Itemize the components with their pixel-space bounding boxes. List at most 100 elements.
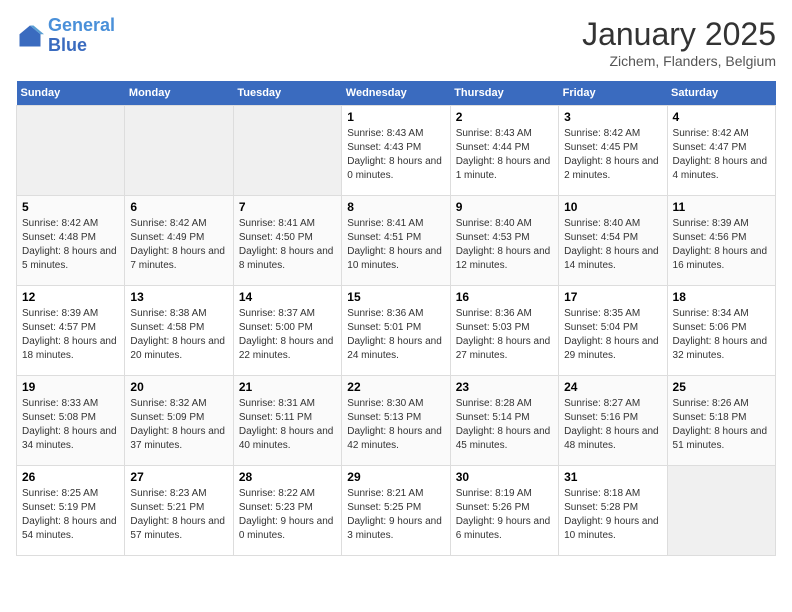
day-number: 13 bbox=[130, 290, 227, 304]
calendar-header-row: SundayMondayTuesdayWednesdayThursdayFrid… bbox=[17, 81, 776, 106]
calendar-cell: 19Sunrise: 8:33 AM Sunset: 5:08 PM Dayli… bbox=[17, 376, 125, 466]
day-info: Sunrise: 8:28 AM Sunset: 5:14 PM Dayligh… bbox=[456, 397, 553, 453]
day-info: Sunrise: 8:43 AM Sunset: 4:43 PM Dayligh… bbox=[347, 127, 444, 183]
logo-text: General Blue bbox=[48, 16, 115, 56]
calendar-week-row: 5Sunrise: 8:42 AM Sunset: 4:48 PM Daylig… bbox=[17, 196, 776, 286]
day-info: Sunrise: 8:23 AM Sunset: 5:21 PM Dayligh… bbox=[130, 487, 227, 543]
day-info: Sunrise: 8:25 AM Sunset: 5:19 PM Dayligh… bbox=[22, 487, 119, 543]
day-number: 17 bbox=[564, 290, 661, 304]
calendar-cell: 3 Sunrise: 8:42 AM Sunset: 4:45 PM Daylig… bbox=[559, 106, 667, 196]
day-number: 9 bbox=[456, 200, 553, 214]
location-subtitle: Zichem, Flanders, Belgium bbox=[582, 53, 776, 69]
weekday-header-tuesday: Tuesday bbox=[233, 81, 341, 106]
calendar-week-row: 1Sunrise: 8:43 AM Sunset: 4:43 PM Daylig… bbox=[17, 106, 776, 196]
calendar-cell: 26Sunrise: 8:25 AM Sunset: 5:19 PM Dayli… bbox=[17, 466, 125, 556]
calendar-cell: 12Sunrise: 8:39 AM Sunset: 4:57 PM Dayli… bbox=[17, 286, 125, 376]
day-info: Sunrise: 8:36 AM Sunset: 5:03 PM Dayligh… bbox=[456, 307, 553, 363]
calendar-cell: 5Sunrise: 8:42 AM Sunset: 4:48 PM Daylig… bbox=[17, 196, 125, 286]
calendar-table: SundayMondayTuesdayWednesdayThursdayFrid… bbox=[16, 81, 776, 556]
calendar-cell bbox=[17, 106, 125, 196]
day-number: 14 bbox=[239, 290, 336, 304]
calendar-cell: 8 Sunrise: 8:41 AM Sunset: 4:51 PM Daylig… bbox=[342, 196, 450, 286]
weekday-header-thursday: Thursday bbox=[450, 81, 558, 106]
calendar-cell: 21 Sunrise: 8:31 AM Sunset: 5:11 PM Dayli… bbox=[233, 376, 341, 466]
day-info: Sunrise: 8:27 AM Sunset: 5:16 PM Dayligh… bbox=[564, 397, 661, 453]
logo: General Blue bbox=[16, 16, 115, 56]
calendar-week-row: 19Sunrise: 8:33 AM Sunset: 5:08 PM Dayli… bbox=[17, 376, 776, 466]
calendar-body: 1Sunrise: 8:43 AM Sunset: 4:43 PM Daylig… bbox=[17, 106, 776, 556]
calendar-cell: 7 Sunrise: 8:41 AM Sunset: 4:50 PM Daylig… bbox=[233, 196, 341, 286]
day-info: Sunrise: 8:19 AM Sunset: 5:26 PM Dayligh… bbox=[456, 487, 553, 543]
day-number: 20 bbox=[130, 380, 227, 394]
day-number: 21 bbox=[239, 380, 336, 394]
calendar-week-row: 26Sunrise: 8:25 AM Sunset: 5:19 PM Dayli… bbox=[17, 466, 776, 556]
calendar-cell: 15 Sunrise: 8:36 AM Sunset: 5:01 PM Dayli… bbox=[342, 286, 450, 376]
calendar-cell: 31Sunrise: 8:18 AM Sunset: 5:28 PM Dayli… bbox=[559, 466, 667, 556]
day-info: Sunrise: 8:31 AM Sunset: 5:11 PM Dayligh… bbox=[239, 397, 336, 453]
day-number: 8 bbox=[347, 200, 444, 214]
day-number: 11 bbox=[673, 200, 770, 214]
day-number: 16 bbox=[456, 290, 553, 304]
day-number: 12 bbox=[22, 290, 119, 304]
day-info: Sunrise: 8:34 AM Sunset: 5:06 PM Dayligh… bbox=[673, 307, 770, 363]
calendar-cell bbox=[233, 106, 341, 196]
day-info: Sunrise: 8:40 AM Sunset: 4:53 PM Dayligh… bbox=[456, 217, 553, 273]
day-info: Sunrise: 8:41 AM Sunset: 4:50 PM Dayligh… bbox=[239, 217, 336, 273]
weekday-header-sunday: Sunday bbox=[17, 81, 125, 106]
day-number: 19 bbox=[22, 380, 119, 394]
calendar-cell: 20 Sunrise: 8:32 AM Sunset: 5:09 PM Dayli… bbox=[125, 376, 233, 466]
day-info: Sunrise: 8:37 AM Sunset: 5:00 PM Dayligh… bbox=[239, 307, 336, 363]
day-info: Sunrise: 8:22 AM Sunset: 5:23 PM Dayligh… bbox=[239, 487, 336, 543]
day-number: 29 bbox=[347, 470, 444, 484]
day-number: 23 bbox=[456, 380, 553, 394]
calendar-cell: 25 Sunrise: 8:26 AM Sunset: 5:18 PM Dayli… bbox=[667, 376, 775, 466]
day-info: Sunrise: 8:36 AM Sunset: 5:01 PM Dayligh… bbox=[347, 307, 444, 363]
day-number: 2 bbox=[456, 110, 553, 124]
calendar-cell: 16 Sunrise: 8:36 AM Sunset: 5:03 PM Dayli… bbox=[450, 286, 558, 376]
calendar-cell bbox=[125, 106, 233, 196]
day-number: 4 bbox=[673, 110, 770, 124]
day-info: Sunrise: 8:38 AM Sunset: 4:58 PM Dayligh… bbox=[130, 307, 227, 363]
day-info: Sunrise: 8:42 AM Sunset: 4:47 PM Dayligh… bbox=[673, 127, 770, 183]
calendar-cell: 4 Sunrise: 8:42 AM Sunset: 4:47 PM Daylig… bbox=[667, 106, 775, 196]
calendar-cell: 30Sunrise: 8:19 AM Sunset: 5:26 PM Dayli… bbox=[450, 466, 558, 556]
day-number: 7 bbox=[239, 200, 336, 214]
calendar-cell: 6Sunrise: 8:42 AM Sunset: 4:49 PM Daylig… bbox=[125, 196, 233, 286]
calendar-cell: 14 Sunrise: 8:37 AM Sunset: 5:00 PM Dayli… bbox=[233, 286, 341, 376]
day-number: 28 bbox=[239, 470, 336, 484]
calendar-cell bbox=[667, 466, 775, 556]
calendar-cell: 13 Sunrise: 8:38 AM Sunset: 4:58 PM Dayli… bbox=[125, 286, 233, 376]
calendar-cell: 9 Sunrise: 8:40 AM Sunset: 4:53 PM Daylig… bbox=[450, 196, 558, 286]
calendar-cell: 27 Sunrise: 8:23 AM Sunset: 5:21 PM Dayli… bbox=[125, 466, 233, 556]
day-number: 10 bbox=[564, 200, 661, 214]
day-info: Sunrise: 8:42 AM Sunset: 4:45 PM Dayligh… bbox=[564, 127, 661, 183]
day-number: 27 bbox=[130, 470, 227, 484]
day-number: 6 bbox=[130, 200, 227, 214]
day-info: Sunrise: 8:39 AM Sunset: 4:56 PM Dayligh… bbox=[673, 217, 770, 273]
day-info: Sunrise: 8:18 AM Sunset: 5:28 PM Dayligh… bbox=[564, 487, 661, 543]
day-number: 5 bbox=[22, 200, 119, 214]
weekday-header-saturday: Saturday bbox=[667, 81, 775, 106]
day-number: 15 bbox=[347, 290, 444, 304]
calendar-cell: 18 Sunrise: 8:34 AM Sunset: 5:06 PM Dayli… bbox=[667, 286, 775, 376]
calendar-cell: 11 Sunrise: 8:39 AM Sunset: 4:56 PM Dayli… bbox=[667, 196, 775, 286]
day-info: Sunrise: 8:41 AM Sunset: 4:51 PM Dayligh… bbox=[347, 217, 444, 273]
day-info: Sunrise: 8:26 AM Sunset: 5:18 PM Dayligh… bbox=[673, 397, 770, 453]
day-info: Sunrise: 8:30 AM Sunset: 5:13 PM Dayligh… bbox=[347, 397, 444, 453]
logo-icon bbox=[16, 22, 44, 50]
day-info: Sunrise: 8:35 AM Sunset: 5:04 PM Dayligh… bbox=[564, 307, 661, 363]
day-number: 25 bbox=[673, 380, 770, 394]
calendar-cell: 22Sunrise: 8:30 AM Sunset: 5:13 PM Dayli… bbox=[342, 376, 450, 466]
day-number: 24 bbox=[564, 380, 661, 394]
day-info: Sunrise: 8:32 AM Sunset: 5:09 PM Dayligh… bbox=[130, 397, 227, 453]
title-block: January 2025 Zichem, Flanders, Belgium bbox=[582, 16, 776, 69]
day-info: Sunrise: 8:43 AM Sunset: 4:44 PM Dayligh… bbox=[456, 127, 553, 183]
day-number: 18 bbox=[673, 290, 770, 304]
day-info: Sunrise: 8:40 AM Sunset: 4:54 PM Dayligh… bbox=[564, 217, 661, 273]
calendar-cell: 24 Sunrise: 8:27 AM Sunset: 5:16 PM Dayli… bbox=[559, 376, 667, 466]
calendar-cell: 10 Sunrise: 8:40 AM Sunset: 4:54 PM Dayli… bbox=[559, 196, 667, 286]
day-number: 3 bbox=[564, 110, 661, 124]
calendar-cell: 1Sunrise: 8:43 AM Sunset: 4:43 PM Daylig… bbox=[342, 106, 450, 196]
calendar-cell: 23 Sunrise: 8:28 AM Sunset: 5:14 PM Dayli… bbox=[450, 376, 558, 466]
day-info: Sunrise: 8:21 AM Sunset: 5:25 PM Dayligh… bbox=[347, 487, 444, 543]
